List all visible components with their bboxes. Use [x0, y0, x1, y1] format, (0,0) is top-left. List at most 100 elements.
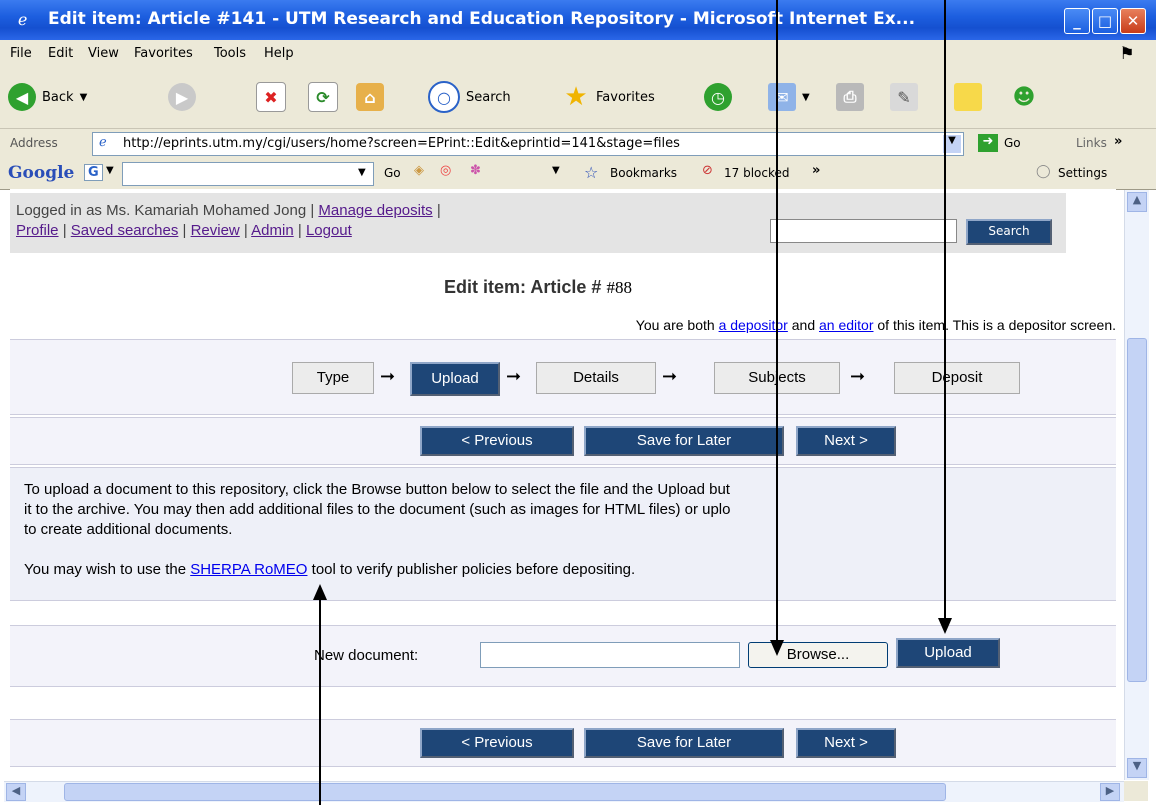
go-arrow-icon[interactable]: ➜	[978, 134, 998, 152]
save-for-later-button[interactable]: Save for Later	[584, 426, 784, 456]
sherpa-romeo-link[interactable]: SHERPA RoMEO	[190, 561, 307, 578]
next-button[interactable]: Next >	[796, 728, 896, 758]
page-title: Edit item: Article # #88	[10, 277, 1066, 298]
previous-button[interactable]: < Previous	[420, 426, 574, 456]
annotation-line	[944, 0, 946, 620]
address-bar: Address ℯ http://eprints.utm.my/cgi/user…	[0, 129, 1156, 160]
scroll-left-icon[interactable]: ◀	[6, 783, 26, 801]
stop-button[interactable]: ✖	[256, 82, 286, 112]
google-search-input[interactable]	[122, 162, 374, 186]
search-button[interactable]: ○ Search	[428, 81, 511, 113]
annotation-arrowhead-icon	[313, 584, 327, 600]
edit-button[interactable]: ✎	[890, 82, 918, 112]
next-button[interactable]: Next >	[796, 426, 896, 456]
scroll-down-icon[interactable]: ▼	[1127, 758, 1147, 778]
menu-view[interactable]: View	[88, 46, 119, 61]
vertical-scrollbar[interactable]: ▲ ▼	[1124, 190, 1149, 780]
back-label: Back	[42, 89, 74, 105]
scroll-up-icon[interactable]: ▲	[1127, 192, 1147, 212]
annotation-number: #88	[606, 278, 632, 297]
help-line-1: To upload a document to this repository,…	[24, 481, 730, 498]
bookmark-star-icon[interactable]: ☆	[584, 163, 598, 182]
horizontal-scrollbar[interactable]: ◀ ▶	[4, 781, 1124, 802]
maximize-button[interactable]: □	[1092, 8, 1118, 34]
scroll-right-icon[interactable]: ▶	[1100, 783, 1120, 801]
help-panel: To upload a document to this repository,…	[10, 467, 1116, 601]
editor-link[interactable]: an editor	[819, 317, 873, 333]
save-for-later-button[interactable]: Save for Later	[584, 728, 784, 758]
help-line-2: it to the archive. You may then add addi…	[24, 501, 731, 518]
workflow-steps: Type ➞ Upload ➞ Details ➞ Subjects ➞ Dep…	[10, 339, 1116, 415]
top-nav-panel: < Previous Save for Later Next >	[10, 417, 1116, 465]
menu-tools[interactable]: Tools	[214, 46, 246, 61]
favorites-button[interactable]: ★ Favorites	[562, 82, 654, 112]
admin-link[interactable]: Admin	[251, 222, 294, 239]
google-go-button[interactable]: Go	[384, 166, 401, 180]
forward-button[interactable]: ▶	[168, 82, 196, 112]
blocked-count[interactable]: 17 blocked	[724, 166, 790, 180]
google-dropdown-icon[interactable]: ▼	[358, 167, 366, 178]
help-line-4-suffix: tool to verify publisher policies before…	[311, 561, 636, 578]
settings-icon: ◯	[1036, 164, 1051, 179]
step-type[interactable]: Type	[292, 362, 374, 394]
previous-button[interactable]: < Previous	[420, 728, 574, 758]
home-button[interactable]: ⌂	[356, 82, 384, 112]
scroll-corner	[1124, 781, 1148, 801]
vertical-scroll-thumb[interactable]	[1127, 338, 1147, 682]
back-button[interactable]: ◀ Back ▼	[8, 82, 87, 112]
login-info: Logged in as Ms. Kamariah Mohamed Jong |…	[16, 202, 441, 239]
step-arrow-icon: ➞	[506, 366, 522, 387]
google-toolbar: Google G ▼ ▼ Go ◈ ◎ ✽ ▼ ☆ Bookmarks ⊘ 17…	[0, 159, 1156, 190]
more-chevron-icon[interactable]: »	[812, 163, 820, 178]
manage-deposits-link[interactable]: Manage deposits	[318, 202, 432, 219]
chevron-down-icon[interactable]: ▼	[552, 165, 560, 176]
windows-logo-icon: ⚑	[1119, 44, 1135, 64]
role-note: You are both a depositor and an editor o…	[10, 317, 1116, 333]
role-prefix: You are both	[635, 317, 715, 333]
review-link[interactable]: Review	[191, 222, 240, 239]
site-search-button[interactable]: Search	[966, 219, 1052, 245]
step-arrow-icon: ➞	[662, 366, 678, 387]
minimize-button[interactable]: _	[1064, 8, 1090, 34]
step-details[interactable]: Details	[536, 362, 656, 394]
menu-favorites[interactable]: Favorites	[134, 46, 193, 61]
step-deposit[interactable]: Deposit	[894, 362, 1020, 394]
links-button[interactable]: Links	[1076, 136, 1107, 150]
profile-link[interactable]: Profile	[16, 222, 59, 239]
google-logo: Google	[8, 163, 75, 183]
messenger-icon: ☻	[1012, 84, 1036, 110]
google-g-button[interactable]: G	[84, 164, 103, 181]
menu-edit[interactable]: Edit	[48, 46, 73, 61]
chevron-down-icon[interactable]: ▼	[106, 165, 114, 176]
toolbar-buttons-icon[interactable]: ◈	[414, 163, 424, 178]
print-button[interactable]: ⎙	[836, 82, 864, 112]
mail-button[interactable]: ✉ ▼	[768, 82, 810, 112]
role-and: and	[791, 317, 816, 333]
messenger-button[interactable]: ☻	[1010, 82, 1038, 112]
logout-link[interactable]: Logout	[306, 222, 352, 239]
horizontal-scroll-thumb[interactable]	[64, 783, 946, 801]
address-input[interactable]: ℯ http://eprints.utm.my/cgi/users/home?s…	[92, 132, 964, 156]
site-search-input[interactable]	[770, 219, 957, 243]
refresh-button[interactable]: ⟳	[308, 82, 338, 112]
step-upload[interactable]: Upload	[410, 362, 500, 396]
menu-file[interactable]: File	[10, 46, 32, 61]
page-icon: ℯ	[99, 135, 107, 150]
file-path-input[interactable]	[480, 642, 740, 668]
spell-icon[interactable]: ✽	[470, 163, 481, 178]
history-button[interactable]: ◷	[704, 82, 732, 112]
bookmarks-button[interactable]: Bookmarks	[610, 166, 677, 180]
pagerank-icon[interactable]: ◎	[440, 163, 451, 178]
browse-button[interactable]: Browse...	[748, 642, 888, 668]
discuss-button[interactable]	[954, 82, 982, 112]
saved-searches-link[interactable]: Saved searches	[71, 222, 179, 239]
links-chevron-icon[interactable]: »	[1114, 134, 1122, 149]
step-arrow-icon: ➞	[850, 366, 866, 387]
ie-icon: ℯ	[18, 10, 28, 29]
print-icon: ⎙	[836, 83, 864, 111]
close-button[interactable]: ✕	[1120, 8, 1146, 34]
go-button[interactable]: Go	[1004, 136, 1021, 150]
settings-button[interactable]: Settings	[1058, 166, 1107, 180]
menu-help[interactable]: Help	[264, 46, 294, 61]
upload-button[interactable]: Upload	[896, 638, 1000, 668]
